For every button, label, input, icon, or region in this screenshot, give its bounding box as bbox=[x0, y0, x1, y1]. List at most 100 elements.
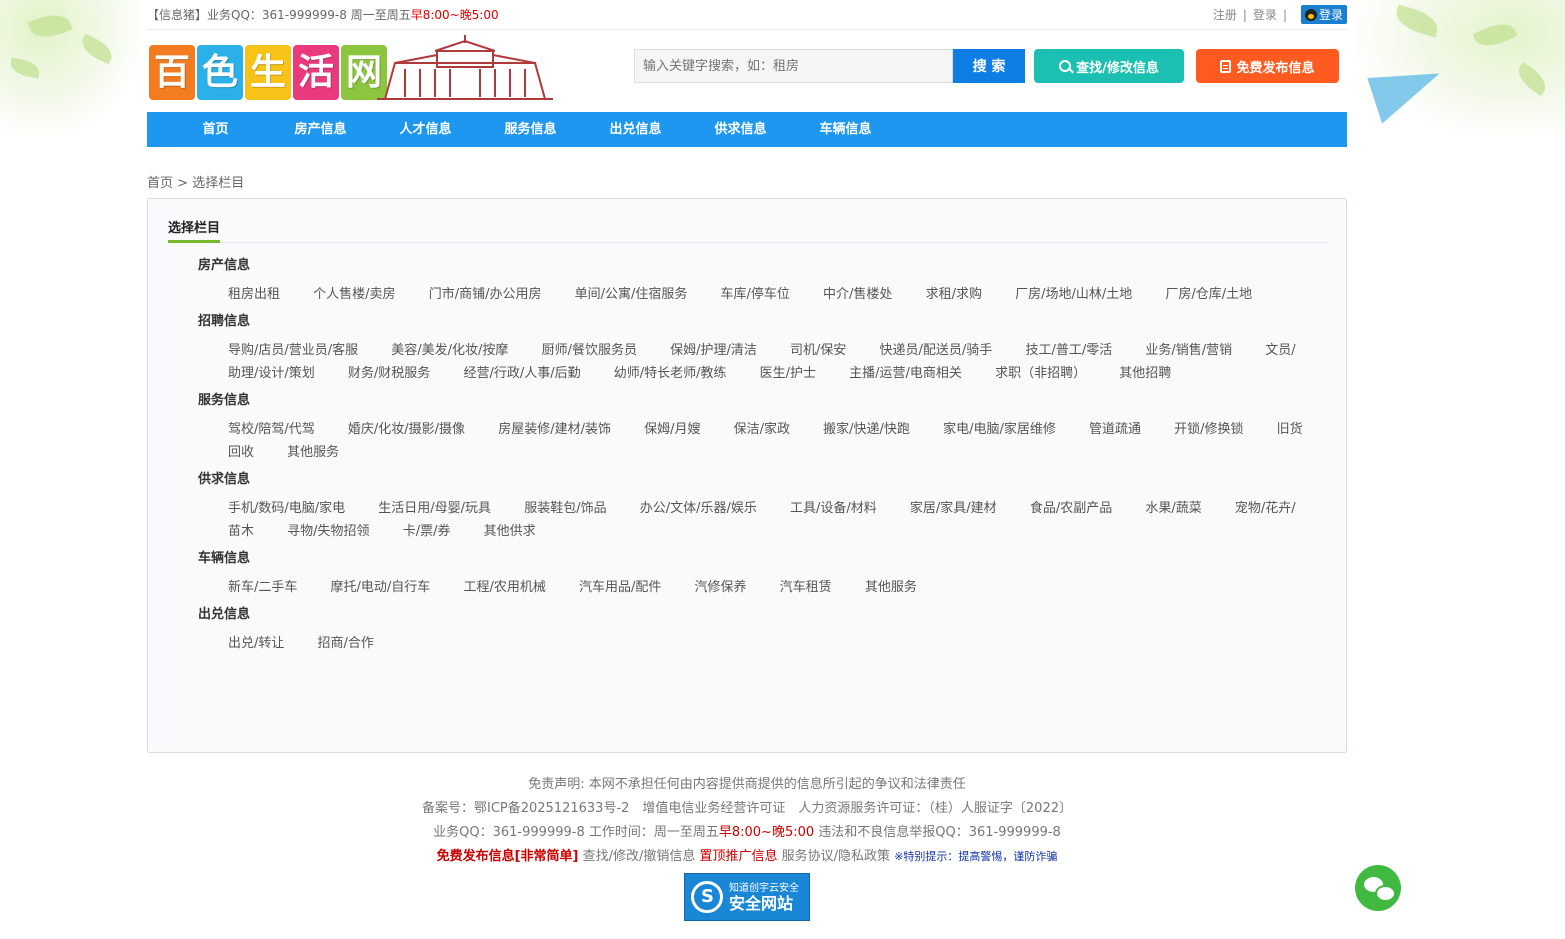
category-link[interactable]: 医生/护士 bbox=[760, 366, 816, 381]
category-link[interactable]: 司机/保安 bbox=[790, 343, 846, 358]
category-link[interactable]: 卡/票/券 bbox=[403, 524, 451, 539]
category-link[interactable]: 车库/停车位 bbox=[721, 287, 790, 302]
category-link[interactable]: 其他服务 bbox=[865, 580, 917, 595]
category-link[interactable]: 技工/普工/零活 bbox=[1025, 343, 1112, 358]
footer-promote-link[interactable]: 置顶推广信息 bbox=[700, 849, 778, 864]
category-link[interactable]: 家电/电脑/家居维修 bbox=[943, 422, 1056, 437]
category-link[interactable]: 办公/文体/乐器/娱乐 bbox=[640, 501, 757, 516]
category-link[interactable]: 单间/公寓/住宿服务 bbox=[575, 287, 688, 302]
category-link[interactable]: 经营/行政/人事/后勤 bbox=[463, 366, 580, 381]
category-list: 房产信息租房出租 个人售楼/卖房 门市/商铺/办公用房 单间/公寓/住宿服务 车… bbox=[198, 257, 1308, 662]
category-group: 招聘信息导购/店员/营业员/客服 美容/美发/化妆/按摩 厨师/餐饮服务员 保姆… bbox=[198, 313, 1308, 385]
category-link[interactable]: 导购/店员/营业员/客服 bbox=[228, 343, 358, 358]
category-link[interactable]: 房屋装修/建材/装饰 bbox=[498, 422, 611, 437]
category-link[interactable]: 招商/合作 bbox=[318, 636, 374, 651]
category-link[interactable]: 服装鞋包/饰品 bbox=[524, 501, 606, 516]
category-link[interactable]: 快递员/配送员/骑手 bbox=[880, 343, 993, 358]
building-emblem-icon bbox=[377, 35, 553, 100]
search-input[interactable] bbox=[634, 49, 953, 83]
category-link[interactable]: 厨师/餐饮服务员 bbox=[542, 343, 637, 358]
license-info: 备案号：鄂ICP备2025121633号-2 增值电信业务经营许可证 人力资源服… bbox=[421, 801, 1072, 816]
nav-services[interactable]: 服务信息 bbox=[478, 112, 583, 147]
free-post-button[interactable]: 免费发布信息 bbox=[1196, 49, 1339, 83]
category-link[interactable]: 保姆/护理/清洁 bbox=[670, 343, 757, 358]
search-bar: 搜 索 bbox=[634, 49, 1025, 83]
category-link[interactable]: 工具/设备/材料 bbox=[790, 501, 877, 516]
nav-real-estate[interactable]: 房产信息 bbox=[268, 112, 373, 147]
category-link[interactable]: 开锁/修换锁 bbox=[1174, 422, 1243, 437]
qq-icon bbox=[1304, 8, 1317, 21]
category-link[interactable]: 驾校/陪驾/代驾 bbox=[228, 422, 315, 437]
category-link[interactable]: 食品/农副产品 bbox=[1030, 501, 1112, 516]
nav-supply-demand[interactable]: 供求信息 bbox=[688, 112, 793, 147]
category-link[interactable]: 婚庆/化妆/摄影/摄像 bbox=[348, 422, 465, 437]
leaf-decoration-left bbox=[0, 0, 140, 135]
nav-home[interactable]: 首页 bbox=[163, 112, 268, 147]
category-panel: 选择栏目 房产信息租房出租 个人售楼/卖房 门市/商铺/办公用房 单间/公寓/住… bbox=[147, 198, 1347, 753]
cloud-shield-icon bbox=[691, 881, 723, 913]
site-logo[interactable]: 百色生活网 bbox=[149, 45, 387, 100]
category-link[interactable]: 幼师/特长老师/教练 bbox=[614, 366, 727, 381]
category-link[interactable]: 工程/农用机械 bbox=[463, 580, 545, 595]
category-link[interactable]: 厂房/场地/山林/土地 bbox=[1015, 287, 1132, 302]
category-group: 车辆信息 新车/二手车 摩托/电动/自行车 工程/农用机械 汽车用品/配件 汽修保… bbox=[198, 550, 1308, 599]
find-modify-button[interactable]: 查找/修改信息 bbox=[1034, 49, 1184, 83]
footer-free-post-link[interactable]: 免费发布信息[非常简单] bbox=[437, 849, 579, 864]
nav-jobs[interactable]: 人才信息 bbox=[373, 112, 478, 147]
category-link[interactable]: 租房出租 bbox=[228, 287, 280, 302]
wechat-icon[interactable] bbox=[1355, 865, 1401, 911]
category-items: 出兑/转让 招商/合作 bbox=[198, 632, 1308, 655]
category-link[interactable]: 美容/美发/化妆/按摩 bbox=[391, 343, 508, 358]
category-link[interactable]: 门市/商铺/办公用房 bbox=[429, 287, 542, 302]
category-group: 供求信息手机/数码/电脑/家电 生活日用/母婴/玩具 服装鞋包/饰品 办公/文体… bbox=[198, 471, 1308, 543]
category-link[interactable]: 寻物/失物招领 bbox=[287, 524, 369, 539]
category-group: 出兑信息 出兑/转让 招商/合作 bbox=[198, 606, 1308, 655]
header: 百色生活网 搜 索 查找/修改信息 免费发布信息 bbox=[147, 33, 1347, 111]
category-link[interactable]: 个人售楼/卖房 bbox=[313, 287, 395, 302]
category-link[interactable]: 保姆/月嫂 bbox=[644, 422, 700, 437]
category-link[interactable]: 业务/销售/营销 bbox=[1145, 343, 1232, 358]
category-link[interactable]: 生活日用/母婴/玩具 bbox=[378, 501, 491, 516]
category-link[interactable]: 求职（非招聘） bbox=[995, 366, 1086, 381]
category-items: 新车/二手车 摩托/电动/自行车 工程/农用机械 汽车用品/配件 汽修保养 汽车… bbox=[198, 576, 1308, 599]
category-link[interactable]: 出兑/转让 bbox=[228, 636, 284, 651]
category-link[interactable]: 水果/蔬菜 bbox=[1145, 501, 1201, 516]
category-title: 供求信息 bbox=[198, 472, 251, 487]
login-link[interactable]: 登录 bbox=[1253, 6, 1277, 23]
main-nav: 首页 房产信息 人才信息 服务信息 出兑信息 供求信息 车辆信息 bbox=[147, 112, 1347, 147]
category-link[interactable]: 家居/家具/建材 bbox=[910, 501, 997, 516]
search-button[interactable]: 搜 索 bbox=[953, 49, 1025, 83]
category-link[interactable]: 其他供求 bbox=[484, 524, 536, 539]
category-link[interactable]: 其他服务 bbox=[287, 445, 339, 460]
breadcrumb-current: 选择栏目 bbox=[192, 176, 245, 191]
category-items: 手机/数码/电脑/家电 生活日用/母婴/玩具 服装鞋包/饰品 办公/文体/乐器/… bbox=[198, 497, 1308, 543]
category-link[interactable]: 其他招聘 bbox=[1119, 366, 1171, 381]
category-link[interactable]: 摩托/电动/自行车 bbox=[331, 580, 431, 595]
panel-title: 选择栏目 bbox=[168, 217, 1328, 243]
footer-manage-link[interactable]: 查找/修改/撤销信息 bbox=[578, 849, 699, 864]
nav-transfer[interactable]: 出兑信息 bbox=[583, 112, 688, 147]
breadcrumb-home[interactable]: 首页 bbox=[147, 176, 173, 191]
disclaimer: 免责声明: 本网不承担任何由内容提供商提供的信息所引起的争议和法律责任 bbox=[528, 777, 966, 792]
nav-vehicles[interactable]: 车辆信息 bbox=[793, 112, 898, 147]
category-link[interactable]: 中介/售楼处 bbox=[823, 287, 892, 302]
category-link[interactable]: 新车/二手车 bbox=[228, 580, 297, 595]
qq-login-button[interactable]: 登录 bbox=[1300, 5, 1347, 24]
register-link[interactable]: 注册 bbox=[1213, 6, 1237, 23]
category-title: 招聘信息 bbox=[198, 314, 251, 329]
category-link[interactable]: 汽车用品/配件 bbox=[579, 580, 661, 595]
category-link[interactable]: 主播/运营/电商相关 bbox=[849, 366, 962, 381]
category-link[interactable]: 手机/数码/电脑/家电 bbox=[228, 501, 345, 516]
category-title: 房产信息 bbox=[198, 258, 251, 273]
category-link[interactable]: 保洁/家政 bbox=[734, 422, 790, 437]
footer-agreement-link[interactable]: 服务协议/隐私政策 bbox=[778, 849, 895, 864]
category-link[interactable]: 搬家/快递/快跑 bbox=[823, 422, 910, 437]
category-link[interactable]: 求租/求购 bbox=[926, 287, 982, 302]
security-badge[interactable]: 知道创宇云安全 安全网站 bbox=[684, 873, 810, 921]
category-link[interactable]: 管道疏通 bbox=[1089, 422, 1141, 437]
fraud-warning: ※特别提示：提高警惕，谨防诈骗 bbox=[894, 850, 1058, 863]
category-link[interactable]: 财务/财税服务 bbox=[348, 366, 430, 381]
category-link[interactable]: 厂房/仓库/土地 bbox=[1165, 287, 1252, 302]
category-link[interactable]: 汽车租赁 bbox=[780, 580, 832, 595]
category-link[interactable]: 汽修保养 bbox=[695, 580, 747, 595]
